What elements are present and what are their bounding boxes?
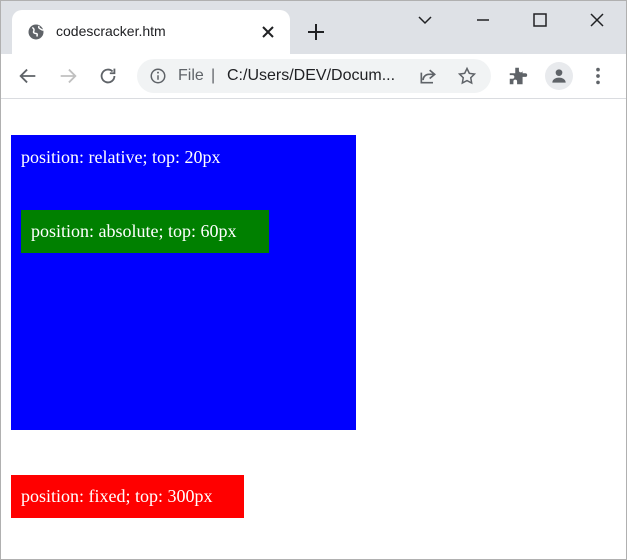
scheme-label: File [178,67,204,84]
star-icon[interactable] [457,66,477,86]
fixed-box: position: fixed; top: 300px [11,475,244,518]
extensions-icon[interactable] [507,65,529,87]
absolute-box-text: position: absolute; top: 60px [31,221,237,241]
address-bar[interactable]: File | C:/Users/DEV/Docum... [137,59,491,93]
window-close-icon[interactable] [585,8,609,32]
share-icon[interactable] [418,66,438,86]
url-text[interactable]: C:/Users/DEV/Docum... [227,67,405,85]
info-icon[interactable] [149,67,167,85]
plus-icon[interactable] [306,22,326,42]
chevron-down-icon[interactable] [413,8,437,32]
back-icon[interactable] [17,65,39,87]
browser-tab[interactable]: codescracker.htm [12,10,290,54]
minimize-icon[interactable] [471,8,495,32]
relative-box: position: relative; top: 20px [11,135,356,430]
scheme-separator: | [211,67,216,84]
close-icon[interactable] [260,24,276,40]
relative-box-text: position: relative; top: 20px [21,147,221,167]
forward-icon[interactable] [57,65,79,87]
menu-icon[interactable] [587,65,609,87]
tab-strip: codescracker.htm [0,0,627,54]
browser-toolbar: File | C:/Users/DEV/Docum... [0,54,627,99]
page-viewport: position: relative; top: 20px position: … [0,100,627,560]
globe-icon [28,24,45,40]
reload-icon[interactable] [97,65,119,87]
profile-icon [552,69,566,83]
fixed-box-text: position: fixed; top: 300px [21,486,213,506]
tab-title: codescracker.htm [56,23,166,39]
profile-avatar[interactable] [545,62,573,90]
maximize-icon[interactable] [528,8,552,32]
absolute-box: position: absolute; top: 60px [21,210,269,253]
